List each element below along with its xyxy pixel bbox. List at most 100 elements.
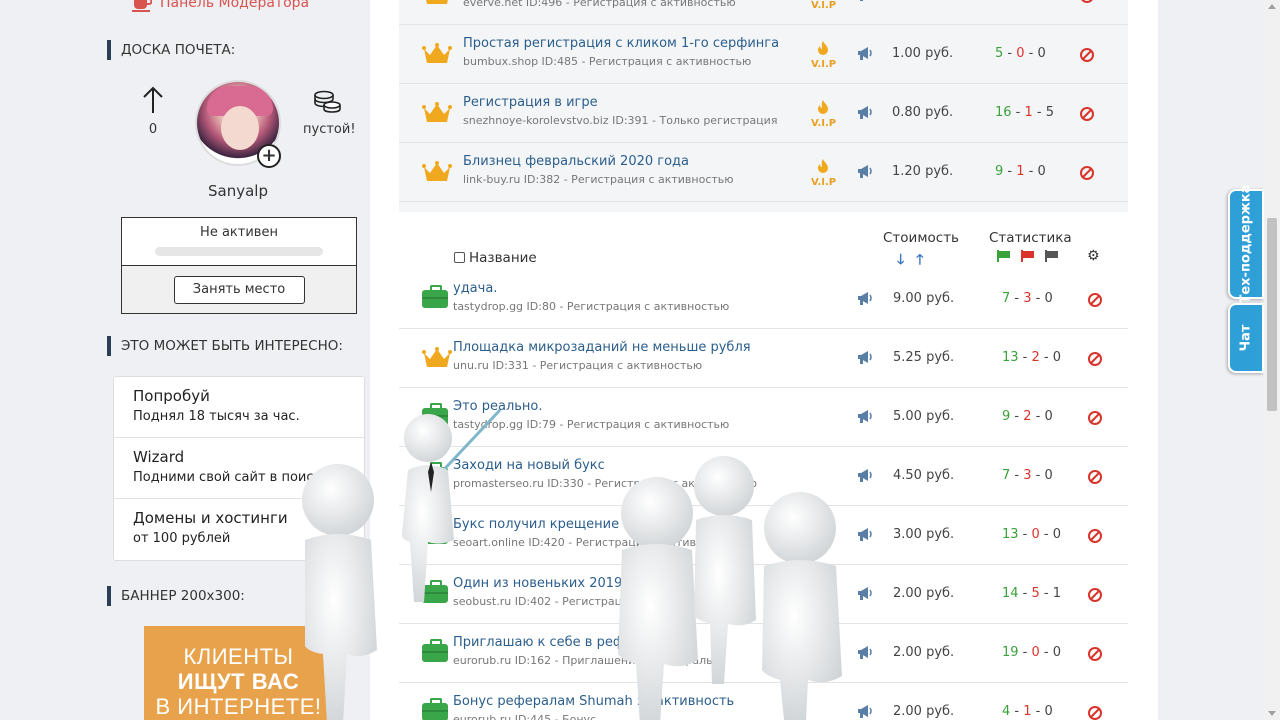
hide-task-icon[interactable]	[1088, 411, 1102, 425]
announce-button[interactable]	[857, 585, 873, 601]
task-title-link[interactable]: Букс получил крещение	[453, 517, 619, 532]
take-place-button[interactable]: Занять место	[173, 275, 305, 304]
announce-button[interactable]	[857, 467, 873, 483]
task-title-link[interactable]: Заходи на новый букс	[453, 458, 605, 473]
moderator-panel-link[interactable]: Панель Модератора	[132, 0, 309, 12]
task-meta: tastydrop.gg ID:80 - Регистрация с актив…	[453, 300, 730, 313]
scroll-thumb[interactable]	[1267, 218, 1277, 411]
hide-task-icon[interactable]	[1088, 470, 1102, 484]
announce-button[interactable]	[857, 163, 873, 179]
task-icon	[422, 102, 452, 124]
task-price: 2.00 руб.	[893, 645, 955, 660]
hide-task-icon[interactable]	[1080, 0, 1094, 3]
vip-badge: V.I.P	[811, 99, 836, 129]
column-name[interactable]: Название	[454, 250, 537, 266]
interest-item[interactable]: Wizard Подними свой сайт в поиске	[114, 438, 364, 499]
task-stats: 13 - 2 - 0	[1002, 350, 1061, 365]
task-title-link[interactable]: Регистрация в игре	[463, 95, 598, 110]
hide-task-icon[interactable]	[1088, 352, 1102, 366]
red-flag-icon	[1021, 250, 1035, 262]
interest-item[interactable]: Попробуй Поднял 18 тысяч за час.	[114, 377, 364, 438]
announce-button[interactable]	[857, 526, 873, 542]
stat-sep: -	[1003, 164, 1017, 179]
stat-pending: 0	[1052, 527, 1062, 542]
task-icon	[422, 347, 452, 369]
task-meta: everve.net ID:496 - Регистрация с активн…	[463, 0, 736, 9]
interest-item[interactable]: Домены и хостинги от 100 рублей	[114, 499, 364, 560]
interest-item-title: Wizard	[133, 448, 185, 466]
hide-task-icon[interactable]	[1088, 647, 1102, 661]
scroll-up-icon[interactable]	[1268, 4, 1276, 9]
honor-up[interactable]: 0	[141, 86, 165, 137]
task-title-link[interactable]: Близнец февральский 2020 года	[463, 154, 689, 169]
task-icon	[422, 285, 452, 310]
task-row: Приглашаю к себе в рефералы eurorub.ru ID…	[399, 624, 1128, 683]
announce-icon	[858, 292, 872, 305]
task-price: 2.00 руб.	[893, 704, 955, 719]
hide-task-icon[interactable]	[1080, 48, 1094, 62]
announce-button[interactable]	[857, 408, 873, 424]
interest-title: ЭТО МОЖЕТ БЫТЬ ИНТЕРЕСНО:	[107, 336, 343, 356]
stat-pending: 0	[1044, 291, 1053, 306]
hide-task-icon[interactable]	[1080, 107, 1094, 121]
add-icon[interactable]: +	[257, 144, 281, 168]
briefcase-icon	[422, 698, 448, 720]
announce-icon	[860, 0, 863, 1]
task-title-link[interactable]: Это реально.	[453, 399, 543, 414]
sort-asc-icon[interactable]: 🡑	[916, 252, 935, 268]
hide-task-icon[interactable]	[1088, 293, 1102, 307]
announce-icon	[858, 587, 872, 600]
crown-icon	[422, 161, 452, 181]
honor-up-count: 0	[148, 122, 158, 137]
hide-task-icon[interactable]	[1088, 706, 1102, 720]
stat-sep: -	[1018, 350, 1032, 365]
task-price: 4.50 руб.	[893, 468, 955, 483]
task-stats: 14 - 5 - 1	[1002, 586, 1061, 601]
page-scrollbar[interactable]	[1264, 0, 1280, 720]
sort-desc-icon[interactable]: 🡓	[897, 252, 916, 268]
banner-title: БАННЕР 200x300:	[107, 586, 245, 606]
task-title-link[interactable]: Приглашаю к себе в рефералы	[453, 635, 667, 650]
scroll-down-icon[interactable]	[1268, 711, 1276, 716]
task-row: Бонус рефералам Shumah за активность euro…	[399, 683, 1128, 720]
ad-banner[interactable]: КЛИЕНТЫ ИЩУТ ВАС В ИНТЕРНЕТЕ!	[144, 626, 333, 720]
task-title-link[interactable]: Простая регистрация с кликом 1-го серфин…	[463, 36, 779, 51]
hide-task-icon[interactable]	[1088, 588, 1102, 602]
announce-button[interactable]	[857, 644, 873, 660]
task-icon	[422, 161, 452, 183]
task-title-link[interactable]: Площадка микрозаданий не меньше рубля	[453, 340, 751, 355]
task-title-link[interactable]: Бонус рефералам Shumah за активность	[453, 694, 734, 709]
task-icon	[422, 0, 452, 6]
announce-button[interactable]	[857, 290, 873, 306]
announce-button[interactable]	[857, 349, 873, 365]
support-tab[interactable]: Тех-поддержка	[1228, 184, 1264, 304]
task-row: Один из новеньких 2019 seobust.ru ID:402 …	[399, 565, 1128, 624]
vip-task-row: Простая регистрация с кликом 1-го серфин…	[399, 25, 1128, 84]
honor-username[interactable]: Sanyalp	[107, 182, 369, 200]
task-title-link[interactable]: Один из новеньких 2019	[453, 576, 622, 591]
task-title-link[interactable]: удача.	[453, 281, 497, 296]
select-all-checkbox[interactable]	[454, 252, 465, 263]
crown-icon	[422, 347, 452, 367]
green-flag-icon	[997, 250, 1011, 262]
hide-task-icon[interactable]	[1080, 166, 1094, 180]
announce-button[interactable]	[857, 104, 873, 120]
announce-button[interactable]	[857, 0, 873, 2]
interest-item-title: Домены и хостинги	[133, 509, 288, 527]
stat-completed: 19	[1002, 645, 1019, 660]
gray-flag-icon	[1045, 250, 1059, 262]
hide-task-icon[interactable]	[1088, 529, 1102, 543]
briefcase-icon	[422, 639, 448, 662]
announce-icon	[858, 469, 872, 482]
cup-icon	[132, 0, 152, 12]
stat-sep: -	[1010, 468, 1024, 483]
column-name-label: Название	[469, 250, 537, 266]
announce-button[interactable]	[857, 703, 873, 719]
task-meta: link-buy.ru ID:382 - Регистрация с актив…	[463, 173, 734, 186]
stats-flags	[997, 250, 1059, 262]
chat-tab[interactable]: Чат	[1228, 303, 1264, 373]
announce-icon	[858, 165, 872, 178]
fire-icon	[818, 159, 828, 173]
announce-button[interactable]	[857, 45, 873, 61]
settings-gears-icon[interactable]: ⚙	[1087, 248, 1100, 264]
